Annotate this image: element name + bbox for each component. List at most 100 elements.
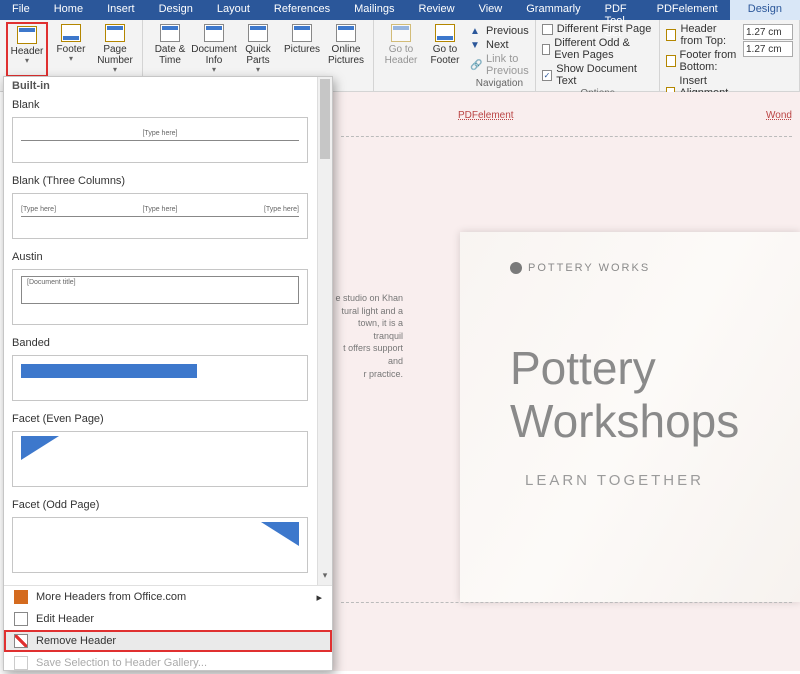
footer-from-bottom-label: Footer from Bottom:	[680, 49, 738, 73]
tab-review[interactable]: Review	[407, 0, 467, 20]
tab-design[interactable]: Design	[147, 0, 205, 20]
chevron-right-icon: ▸	[316, 591, 322, 604]
tab-references[interactable]: References	[262, 0, 342, 20]
footer-bottom-icon	[666, 55, 675, 67]
gallery-category-facet-even: Facet (Even Page)	[4, 409, 332, 431]
goto-footer-icon	[435, 24, 455, 42]
document-canvas[interactable]: PDFelement Wond e studio on Khan tural l…	[333, 92, 800, 671]
header-icon	[17, 26, 37, 44]
chevron-down-icon: ▾	[212, 66, 216, 75]
goto-footer-button[interactable]: Go to Footer	[424, 22, 466, 89]
quick-parts-button[interactable]: Quick Parts▾	[237, 22, 279, 77]
footer-from-bottom-input[interactable]: 1.27 cm	[743, 41, 793, 57]
gallery-item-banded[interactable]	[12, 355, 308, 401]
save-icon	[14, 656, 28, 670]
goto-header-button[interactable]: Go to Header	[380, 22, 422, 89]
gallery-category-austin: Austin	[4, 247, 332, 269]
document-info-button[interactable]: Document Info▾	[193, 22, 235, 77]
pictures-icon	[292, 24, 312, 42]
different-first-page-checkbox[interactable]: Different First Page	[542, 22, 654, 36]
next-button[interactable]: ▼Next	[470, 38, 529, 52]
header-text-pdfelement: PDFelement	[458, 110, 514, 121]
page-number-icon	[105, 24, 125, 42]
tab-view[interactable]: View	[467, 0, 515, 20]
previous-button[interactable]: ▲Previous	[470, 24, 529, 38]
gallery-item-austin[interactable]: [Document title]	[12, 269, 308, 325]
chevron-down-icon: ▾	[25, 57, 29, 66]
group-position: Header from Top: Footer from Bottom: Ins…	[660, 20, 800, 91]
pictures-button[interactable]: Pictures	[281, 22, 323, 77]
group-options: Different First Page Different Odd & Eve…	[536, 20, 661, 91]
tab-mailings[interactable]: Mailings	[342, 0, 406, 20]
chevron-down-icon: ▾	[69, 55, 73, 64]
footer-boundary-line	[341, 602, 792, 603]
arrow-up-icon: ▲	[470, 26, 482, 37]
date-time-button[interactable]: Date & Time	[149, 22, 191, 77]
brand-logo: POTTERY WORKS	[510, 262, 650, 274]
brand-icon	[510, 262, 522, 274]
online-pictures-button[interactable]: Online Pictures	[325, 22, 367, 77]
page1-text-snippet: e studio on Khan tural light and a town,…	[333, 292, 403, 380]
checkbox-icon	[542, 24, 553, 35]
edit-icon	[14, 612, 28, 626]
chevron-down-icon: ▾	[113, 66, 117, 75]
footer-button[interactable]: Footer ▾	[50, 22, 92, 77]
scroll-down-icon[interactable]: ▾	[318, 570, 332, 585]
header-gallery-list[interactable]: Built-in Blank [Type here] Blank (Three …	[4, 77, 332, 585]
gallery-item-blank[interactable]: [Type here]	[12, 117, 308, 163]
link-icon: 🔗	[470, 60, 482, 71]
gallery-footer-menu: More Headers from Office.com ▸ Edit Head…	[4, 585, 332, 674]
link-previous-button[interactable]: 🔗Link to Previous	[470, 52, 529, 78]
goto-header-icon	[391, 24, 411, 42]
tab-header-footer-design[interactable]: Design	[730, 0, 800, 20]
checkbox-icon	[542, 44, 550, 55]
edit-header-item[interactable]: Edit Header	[4, 608, 332, 630]
date-time-icon	[160, 24, 180, 42]
gallery-item-facet-odd[interactable]	[12, 517, 308, 573]
quick-parts-icon	[248, 24, 268, 42]
tab-file[interactable]: File	[0, 0, 42, 20]
tab-grammarly[interactable]: Grammarly	[514, 0, 592, 20]
group-label-navigation: Navigation	[470, 78, 529, 89]
different-odd-even-checkbox[interactable]: Different Odd & Even Pages	[542, 36, 654, 62]
arrow-down-icon: ▼	[470, 40, 482, 51]
header-top-icon	[666, 29, 676, 41]
scrollbar[interactable]: ▴ ▾	[317, 77, 332, 585]
more-headers-item[interactable]: More Headers from Office.com ▸	[4, 586, 332, 608]
online-pictures-icon	[336, 24, 356, 42]
checkbox-checked-icon: ✓	[542, 70, 552, 81]
gallery-category-banded: Banded	[4, 333, 332, 355]
tab-insert[interactable]: Insert	[95, 0, 147, 20]
scroll-thumb[interactable]	[320, 79, 330, 159]
tab-pdf-tool-set[interactable]: PDF Tool Set	[593, 0, 645, 20]
page-number-label: Page Number	[94, 44, 136, 66]
page-title: Pottery Workshops	[510, 342, 800, 448]
gallery-section-builtin: Built-in	[4, 77, 332, 95]
chevron-down-icon: ▾	[256, 66, 260, 75]
gallery-item-blank-three[interactable]: [Type here] [Type here] [Type here]	[12, 193, 308, 239]
footer-icon	[61, 24, 81, 42]
tab-pdfelement[interactable]: PDFelement	[645, 0, 730, 20]
remove-header-item[interactable]: Remove Header	[4, 630, 332, 652]
header-boundary-line	[341, 136, 792, 137]
tab-layout[interactable]: Layout	[205, 0, 262, 20]
document-info-icon	[204, 24, 224, 42]
page-2: POTTERY WORKS Pottery Workshops LEARN TO…	[460, 232, 800, 602]
page-number-button[interactable]: Page Number ▾	[94, 22, 136, 77]
header-from-top-label: Header from Top:	[680, 23, 737, 47]
group-navigation: Go to Header Go to Footer ▲Previous ▼Nex…	[374, 20, 536, 91]
gallery-category-blank: Blank	[4, 95, 332, 117]
tab-bar: File Home Insert Design Layout Reference…	[0, 0, 800, 20]
remove-icon	[14, 634, 28, 648]
header-from-top-input[interactable]: 1.27 cm	[743, 24, 793, 40]
gallery-category-blank-three: Blank (Three Columns)	[4, 171, 332, 193]
gallery-category-facet-odd: Facet (Odd Page)	[4, 495, 332, 517]
header-button[interactable]: Header ▾	[6, 22, 48, 77]
header-text-wond: Wond	[766, 110, 792, 121]
page-subtitle: LEARN TOGETHER	[525, 472, 704, 489]
show-document-text-checkbox[interactable]: ✓Show Document Text	[542, 62, 654, 88]
header-gallery-dropdown: Built-in Blank [Type here] Blank (Three …	[3, 76, 333, 671]
office-icon	[14, 590, 28, 604]
gallery-item-facet-even[interactable]	[12, 431, 308, 487]
tab-home[interactable]: Home	[42, 0, 95, 20]
